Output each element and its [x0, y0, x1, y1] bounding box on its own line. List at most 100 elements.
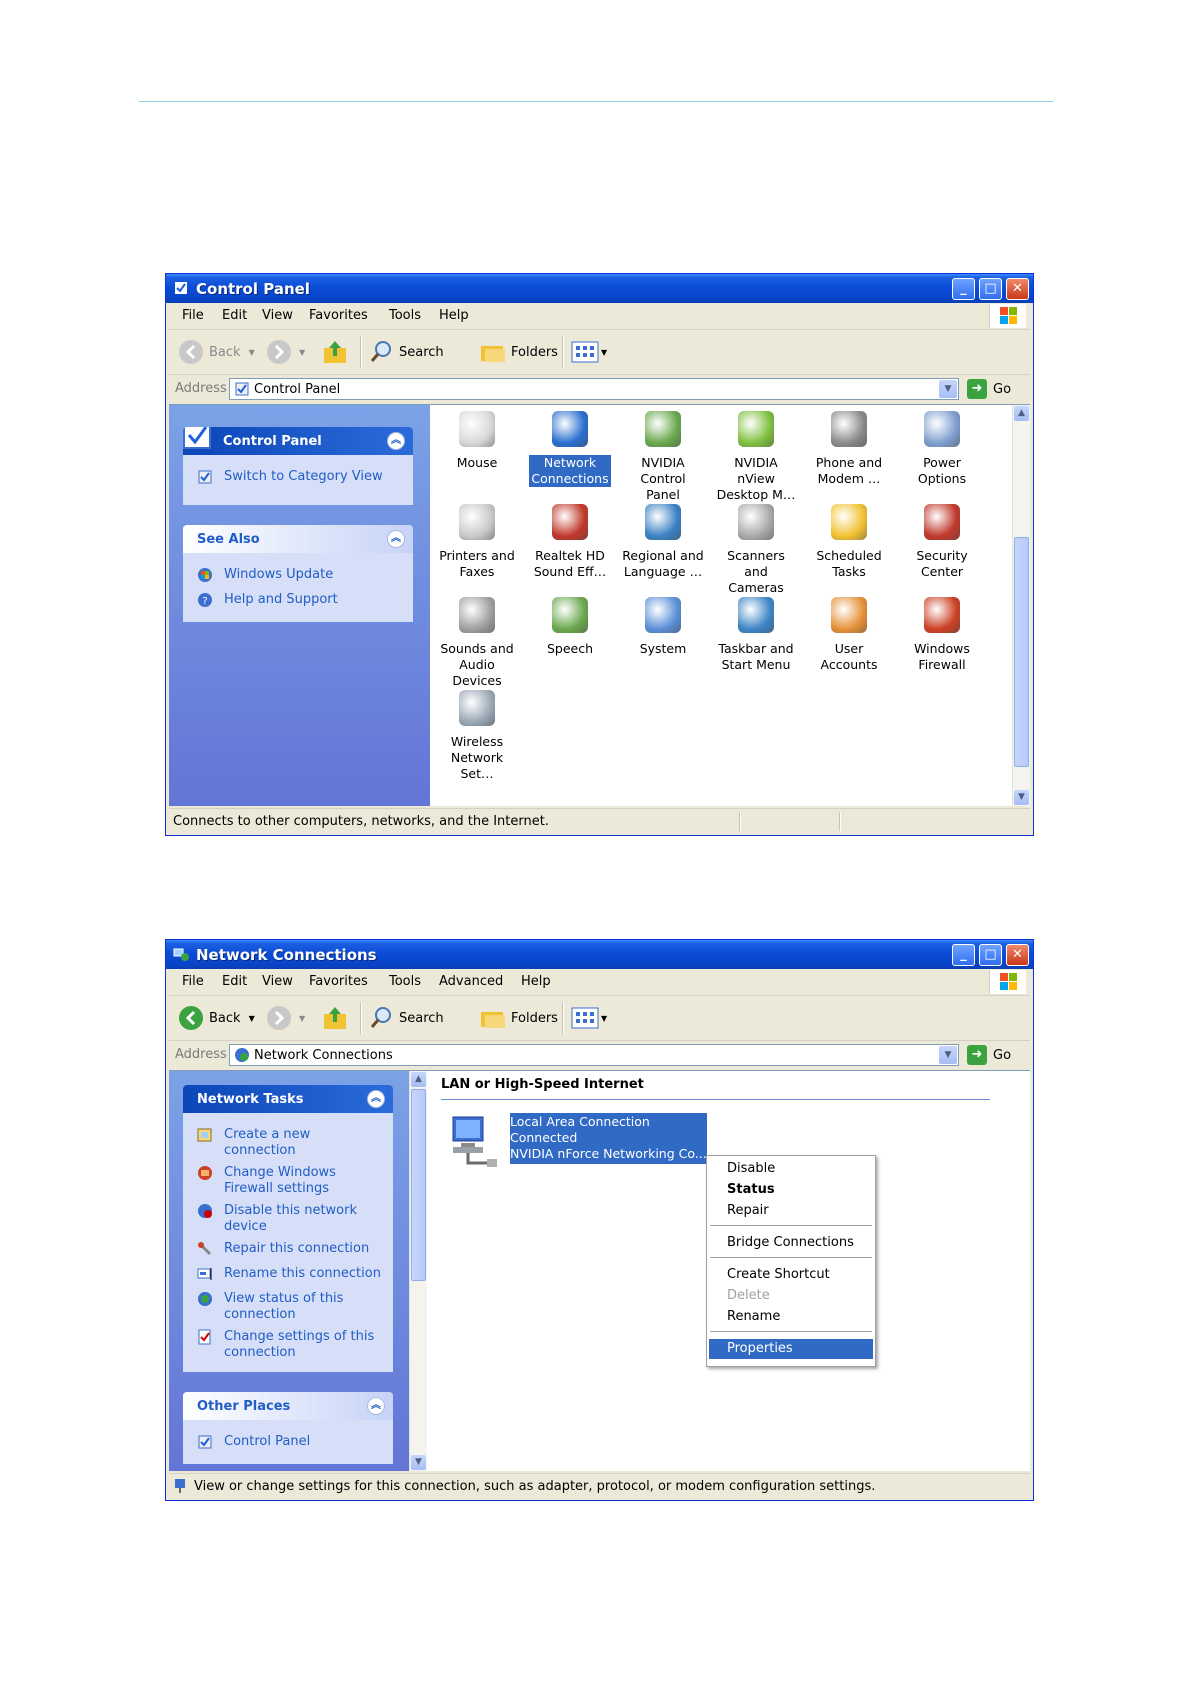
back-button[interactable]: Back ▼	[177, 1004, 255, 1032]
context-repair[interactable]: Repair	[709, 1201, 873, 1221]
context-properties[interactable]: Properties	[709, 1339, 873, 1359]
close-button[interactable]: ✕	[1006, 944, 1029, 966]
title-bar[interactable]: Network Connections _ □ ✕	[166, 940, 1033, 969]
search-button[interactable]: Search	[369, 1004, 444, 1032]
cp-item[interactable]: Taskbar and Start Menu	[713, 597, 799, 673]
collapse-icon[interactable]: ︽	[387, 432, 405, 450]
switch-to-category-view-link[interactable]: Switch to Category View	[197, 469, 383, 485]
cp-item[interactable]: System	[620, 597, 706, 657]
cp-item[interactable]: NVIDIA Control Panel	[620, 411, 706, 503]
menu-file[interactable]: File	[182, 974, 204, 989]
windows-logo-icon	[989, 304, 1026, 328]
menu-favorites[interactable]: Favorites	[309, 974, 368, 989]
menu-edit[interactable]: Edit	[222, 308, 247, 323]
view-status-label: View status of this connection	[224, 1291, 344, 1322]
disable-network-device-link[interactable]: Disable this network device	[197, 1203, 357, 1235]
scrollbar-thumb[interactable]	[411, 1089, 426, 1281]
forward-button[interactable]: ▼	[265, 1004, 305, 1032]
cp-item[interactable]: Scanners and Cameras	[713, 504, 799, 596]
back-button[interactable]: Back ▼	[177, 338, 255, 366]
maximize-button[interactable]: □	[979, 944, 1002, 966]
scroll-up-arrow-icon[interactable]: ▲	[411, 1072, 426, 1087]
cp-item[interactable]: Mouse	[434, 411, 520, 471]
cp-item[interactable]: Scheduled Tasks	[806, 504, 892, 580]
cp-item[interactable]: Wireless Network Set…	[434, 690, 520, 782]
minimize-button[interactable]: _	[952, 278, 975, 300]
change-firewall-settings-link[interactable]: Change Windows Firewall settings	[197, 1165, 336, 1197]
address-dropdown-button[interactable]: ▼	[939, 1046, 957, 1064]
folders-button[interactable]: Folders	[479, 1004, 558, 1032]
address-field[interactable]: Control Panel ▼	[229, 378, 959, 400]
status-text: View or change settings for this connect…	[194, 1479, 876, 1494]
close-button[interactable]: ✕	[1006, 278, 1029, 300]
context-create-shortcut[interactable]: Create Shortcut	[709, 1265, 873, 1285]
context-status[interactable]: Status	[709, 1180, 873, 1200]
network-tasks-header[interactable]: Network Tasks ︽	[183, 1085, 393, 1113]
go-button[interactable]: ➜ Go	[967, 1044, 1011, 1066]
search-button[interactable]: Search	[369, 338, 444, 366]
task-pane-scrollbar[interactable]: ▲ ▼	[409, 1071, 427, 1471]
context-rename[interactable]: Rename	[709, 1307, 873, 1327]
menu-view[interactable]: View	[262, 308, 293, 323]
context-bridge-connections[interactable]: Bridge Connections	[709, 1233, 873, 1253]
views-button[interactable]: ▼	[571, 1004, 607, 1032]
menu-tools[interactable]: Tools	[389, 308, 421, 323]
view-status-link[interactable]: View status of this connection	[197, 1291, 343, 1323]
cp-item[interactable]: Network Connections	[527, 411, 613, 487]
minimize-button[interactable]: _	[952, 944, 975, 966]
cp-item[interactable]: Realtek HD Sound Eff…	[527, 504, 613, 580]
cp-item-label: NVIDIA Control Panel	[640, 455, 686, 502]
folders-button[interactable]: Folders	[479, 338, 558, 366]
up-folder-button[interactable]	[321, 1004, 349, 1032]
menu-help[interactable]: Help	[521, 974, 551, 989]
vertical-scrollbar[interactable]: ▲ ▼	[1012, 405, 1030, 806]
cp-item[interactable]: Sounds and Audio Devices	[434, 597, 520, 689]
address-dropdown-button[interactable]: ▼	[939, 380, 957, 398]
menu-help[interactable]: Help	[439, 308, 469, 323]
menu-advanced[interactable]: Advanced	[439, 974, 503, 989]
cp-item[interactable]: Windows Firewall	[899, 597, 985, 673]
collapse-icon[interactable]: ︽	[387, 530, 405, 548]
address-field[interactable]: Network Connections ▼	[229, 1044, 959, 1066]
scroll-up-arrow-icon[interactable]: ▲	[1014, 406, 1029, 421]
folders-icon	[481, 346, 505, 362]
menu-view[interactable]: View	[262, 974, 293, 989]
control-panel-box-header[interactable]: Control Panel ︽	[183, 427, 413, 455]
scroll-down-arrow-icon[interactable]: ▼	[411, 1455, 426, 1470]
scroll-down-arrow-icon[interactable]: ▼	[1014, 790, 1029, 805]
change-settings-link[interactable]: Change settings of this connection	[197, 1329, 374, 1361]
up-folder-button[interactable]	[321, 338, 349, 366]
forward-button[interactable]: ▼	[265, 338, 305, 366]
cp-item[interactable]: Security Center	[899, 504, 985, 580]
collapse-icon[interactable]: ︽	[367, 1397, 385, 1415]
cp-item[interactable]: NVIDIA nView Desktop M…	[713, 411, 799, 503]
cp-item[interactable]: Printers and Faxes	[434, 504, 520, 580]
cp-item[interactable]: Power Options	[899, 411, 985, 487]
toolbar: Back ▼ ▼ Search Folders ▼	[169, 996, 1030, 1041]
control-panel-link[interactable]: Control Panel	[197, 1434, 310, 1450]
see-also-header[interactable]: See Also ︽	[183, 525, 413, 553]
cp-item[interactable]: User Accounts	[806, 597, 892, 673]
cp-item-icon	[552, 504, 588, 540]
context-disable[interactable]: Disable	[709, 1159, 873, 1179]
local-area-connection-item[interactable]: Local Area Connection Connected NVIDIA n…	[447, 1113, 727, 1173]
views-button[interactable]: ▼	[571, 338, 607, 366]
go-button[interactable]: ➜ Go	[967, 378, 1011, 400]
menu-favorites[interactable]: Favorites	[309, 308, 368, 323]
cp-item[interactable]: Speech	[527, 597, 613, 657]
rename-connection-link[interactable]: Rename this connection	[197, 1266, 381, 1282]
repair-connection-link[interactable]: Repair this connection	[197, 1241, 369, 1257]
menu-tools[interactable]: Tools	[389, 974, 421, 989]
title-bar[interactable]: Control Panel _ □ ✕	[166, 274, 1033, 303]
menu-edit[interactable]: Edit	[222, 974, 247, 989]
collapse-icon[interactable]: ︽	[367, 1090, 385, 1108]
create-new-connection-link[interactable]: Create a new connection	[197, 1127, 310, 1159]
cp-item[interactable]: Phone and Modem …	[806, 411, 892, 487]
other-places-header[interactable]: Other Places ︽	[183, 1392, 393, 1420]
help-and-support-link[interactable]: ? Help and Support	[197, 592, 338, 608]
scrollbar-thumb[interactable]	[1014, 537, 1029, 767]
windows-update-link[interactable]: Windows Update	[197, 567, 333, 583]
cp-item[interactable]: Regional and Language …	[620, 504, 706, 580]
maximize-button[interactable]: □	[979, 278, 1002, 300]
menu-file[interactable]: File	[182, 308, 204, 323]
